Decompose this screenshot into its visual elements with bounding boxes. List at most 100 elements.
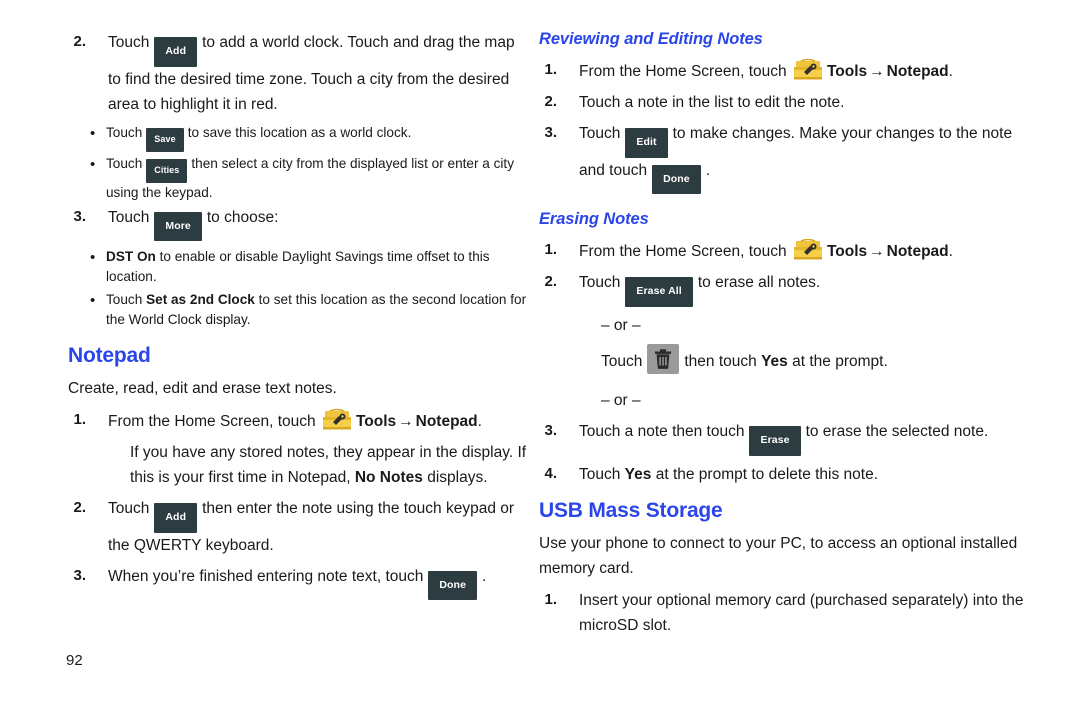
- bullet-dot-icon: •: [90, 155, 96, 173]
- step-erasing-open: 1. From the Home Screen, touch Tools → Not…: [533, 238, 1033, 264]
- arrow-icon: →: [398, 413, 414, 431]
- step-text: Touch a note in the list to edit the not…: [579, 94, 845, 112]
- notepad-step1-note: If you have any stored notes, they appea…: [130, 440, 527, 490]
- toolbox-icon: [793, 238, 823, 262]
- step-text-after: at the prompt to delete this note.: [651, 465, 879, 483]
- step-text-before: Touch: [579, 274, 621, 292]
- trash-icon[interactable]: [647, 343, 680, 374]
- done-button[interactable]: Done: [652, 164, 701, 195]
- step-text: Touch More to choose:: [108, 205, 527, 242]
- step-number: 3.: [73, 207, 86, 225]
- period: .: [948, 243, 953, 261]
- step-number: 1.: [544, 591, 557, 609]
- bullet-text-before: Touch: [106, 291, 147, 307]
- page-number: 92: [66, 652, 83, 669]
- notepad-intro: Create, read, edit and erase text notes.: [68, 379, 337, 397]
- heading-erasing-notes: Erasing Notes: [539, 210, 649, 229]
- cities-button[interactable]: Cities: [146, 158, 188, 183]
- bullet-cities: • Touch Cities then select a city from the…: [86, 154, 527, 203]
- bullet-dot-icon: •: [90, 124, 96, 142]
- step-text-before: From the Home Screen, touch: [579, 243, 787, 261]
- step-number: 3.: [544, 124, 557, 142]
- bullet-text: Touch Save to save this location as a worl…: [106, 123, 527, 152]
- step-text-before: Touch a note then touch: [579, 423, 745, 441]
- step-notepad-add: 2. Touch Add then enter the note using the…: [62, 496, 527, 558]
- manual-page: 2. Touch Add to add a world clock. Touch a…: [0, 0, 1080, 720]
- add-button[interactable]: Add: [154, 503, 198, 533]
- step-text-before: From the Home Screen, touch: [108, 413, 316, 431]
- no-notes-term: No Notes: [354, 469, 423, 487]
- more-button[interactable]: More: [154, 211, 202, 242]
- step-number: 1.: [544, 60, 557, 78]
- step-erase-all: 2. Touch Erase All to erase all notes.: [533, 270, 1033, 307]
- bullet-set-2nd-clock: • Touch Set as 2nd Clock to set this loc…: [86, 290, 527, 330]
- step-notepad-open: 1. From the Home Screen, touch Tools → Not…: [62, 408, 527, 434]
- bullet-text-before: Touch: [106, 124, 143, 140]
- or-separator-1: – or –: [601, 316, 641, 334]
- notepad-label: Notepad: [886, 62, 949, 80]
- done-button[interactable]: Done: [428, 570, 478, 601]
- period: .: [948, 62, 953, 80]
- right-column: Reviewing and Editing Notes 1. From the …: [533, 30, 1033, 644]
- step-number: 4.: [544, 464, 557, 482]
- step-number: 1.: [73, 411, 86, 429]
- bullet-dst-on: • DST On to enable or disable Daylight S…: [86, 247, 527, 287]
- step-text: From the Home Screen, touch Tools → Notepa…: [579, 58, 1033, 84]
- add-button[interactable]: Add: [154, 37, 198, 67]
- step-notepad-done: 3. When you’re finished entering note te…: [62, 564, 527, 601]
- step-erase-selected-note: 3. Touch a note then touch Erase to erase …: [533, 419, 1033, 456]
- heading-notepad: Notepad: [68, 343, 151, 367]
- yes-label: Yes: [624, 465, 652, 483]
- bullet-save-world-clock: • Touch Save to save this location as a wo…: [86, 123, 527, 152]
- bullet-dot-icon: •: [90, 249, 96, 267]
- step-text: Touch Erase All to erase all notes.: [579, 270, 1033, 307]
- step-text: Touch Yes at the prompt to delete this n…: [579, 462, 1033, 487]
- save-button[interactable]: Save: [146, 127, 184, 152]
- step-text-before: From the Home Screen, touch: [579, 62, 787, 80]
- erase-via-trash-line: Touch then touch Yes at the prompt.: [601, 343, 1033, 374]
- notepad-label: Notepad: [415, 413, 478, 431]
- bullet-text: Touch Set as 2nd Clock to set this locat…: [106, 290, 527, 330]
- period: .: [477, 413, 482, 431]
- step-number: 3.: [73, 566, 86, 584]
- bullet-text-before: Touch: [106, 155, 143, 171]
- heading-reviewing-editing-notes: Reviewing and Editing Notes: [539, 30, 763, 48]
- text-before-trash: Touch: [601, 352, 643, 370]
- edit-button[interactable]: Edit: [625, 128, 668, 158]
- step-text: Insert your optional memory card (purcha…: [579, 592, 1024, 635]
- step-text: From the Home Screen, touch Tools → Notepa…: [579, 238, 1033, 264]
- step-text-before: When you’re finished entering note text,…: [108, 567, 424, 585]
- tools-label: Tools: [826, 62, 868, 80]
- step-text: Touch Edit to make changes. Make your chan…: [579, 121, 1033, 195]
- notepad-label: Notepad: [886, 243, 949, 261]
- step-text-before: Touch: [579, 125, 621, 143]
- step-text-before: Touch: [579, 465, 625, 483]
- step-text: From the Home Screen, touch Tools → Notepa…: [108, 408, 527, 434]
- arrow-icon: →: [869, 62, 885, 80]
- arrow-icon: →: [869, 243, 885, 261]
- step-reviewing-edit: 3. Touch Edit to make changes. Make your c…: [533, 121, 1033, 195]
- bullet-text: Touch Cities then select a city from the d…: [106, 154, 527, 203]
- erase-all-button[interactable]: Erase All: [625, 277, 693, 307]
- tools-label: Tools: [355, 413, 397, 431]
- erase-button[interactable]: Erase: [749, 426, 801, 456]
- heading-usb-mass-storage: USB Mass Storage: [539, 498, 723, 522]
- step-confirm-delete: 4. Touch Yes at the prompt to delete thi…: [533, 462, 1033, 487]
- step-number: 2.: [544, 93, 557, 111]
- usb-intro: Use your phone to connect to your PC, to…: [539, 534, 1018, 577]
- step-number: 2.: [73, 33, 86, 50]
- note-text-b: displays.: [422, 469, 488, 487]
- step-number: 1.: [544, 241, 557, 259]
- step-text: When you’re finished entering note text,…: [108, 564, 527, 601]
- step-text-after: to erase all notes.: [697, 274, 821, 292]
- left-column: 2. Touch Add to add a world clock. Touch a…: [62, 30, 527, 606]
- step-text-after: .: [482, 567, 487, 585]
- step-text: Touch a note then touch Erase to erase the…: [579, 419, 1033, 456]
- toolbox-icon: [793, 58, 823, 82]
- bullet-text-after: to save this location as a world clock.: [187, 124, 412, 140]
- step-text: Touch Add then enter the note using the to…: [108, 496, 527, 558]
- step-text-after: .: [705, 161, 711, 179]
- step-text-after: to erase the selected note.: [805, 423, 989, 441]
- step-number: 2.: [73, 499, 86, 517]
- step-text-before: Touch: [108, 208, 150, 226]
